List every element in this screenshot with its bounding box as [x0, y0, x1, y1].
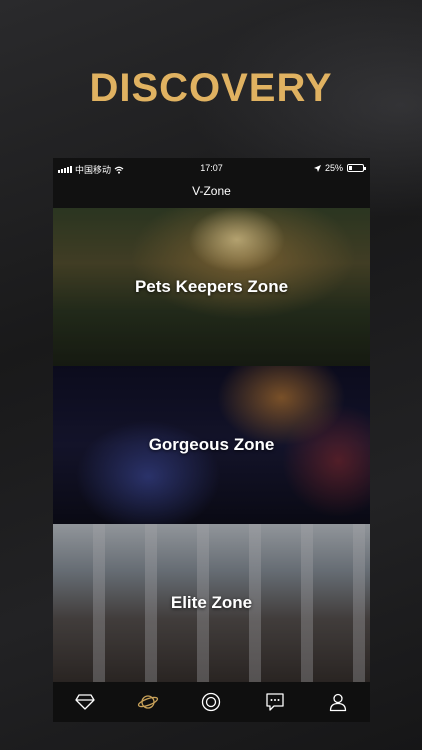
status-bar: 中国移动 17:07 25%	[53, 158, 370, 178]
zone-label: Gorgeous Zone	[148, 435, 275, 454]
zone-card-pets-keepers[interactable]: Pets Keepers Zone	[53, 208, 370, 366]
profile-icon	[330, 693, 347, 712]
phone-screen: 中国移动 17:07 25% V-Zone Pets Keepers Zone …	[53, 158, 370, 722]
zone-label: Pets Keepers Zone	[134, 277, 289, 296]
zone-label: Elite Zone	[170, 593, 253, 612]
tab-messages[interactable]	[255, 682, 295, 722]
tab-discover[interactable]	[128, 682, 168, 722]
zone-card-gorgeous[interactable]: Gorgeous Zone	[53, 366, 370, 524]
location-arrow-icon	[313, 164, 321, 172]
target-icon	[202, 692, 221, 712]
tab-bar	[53, 682, 370, 722]
battery-percent: 25%	[324, 163, 343, 173]
diamond-icon	[75, 694, 95, 710]
tab-diamond[interactable]	[65, 682, 105, 722]
zone-card-elite[interactable]: Elite Zone	[53, 524, 370, 682]
battery-icon	[347, 164, 366, 172]
hero-title: DISCOVERY	[89, 66, 333, 110]
planet-icon	[137, 695, 159, 709]
chat-icon	[266, 693, 284, 711]
tab-target[interactable]	[191, 682, 231, 722]
tab-profile[interactable]	[318, 682, 358, 722]
page-title: V-Zone	[53, 178, 370, 208]
